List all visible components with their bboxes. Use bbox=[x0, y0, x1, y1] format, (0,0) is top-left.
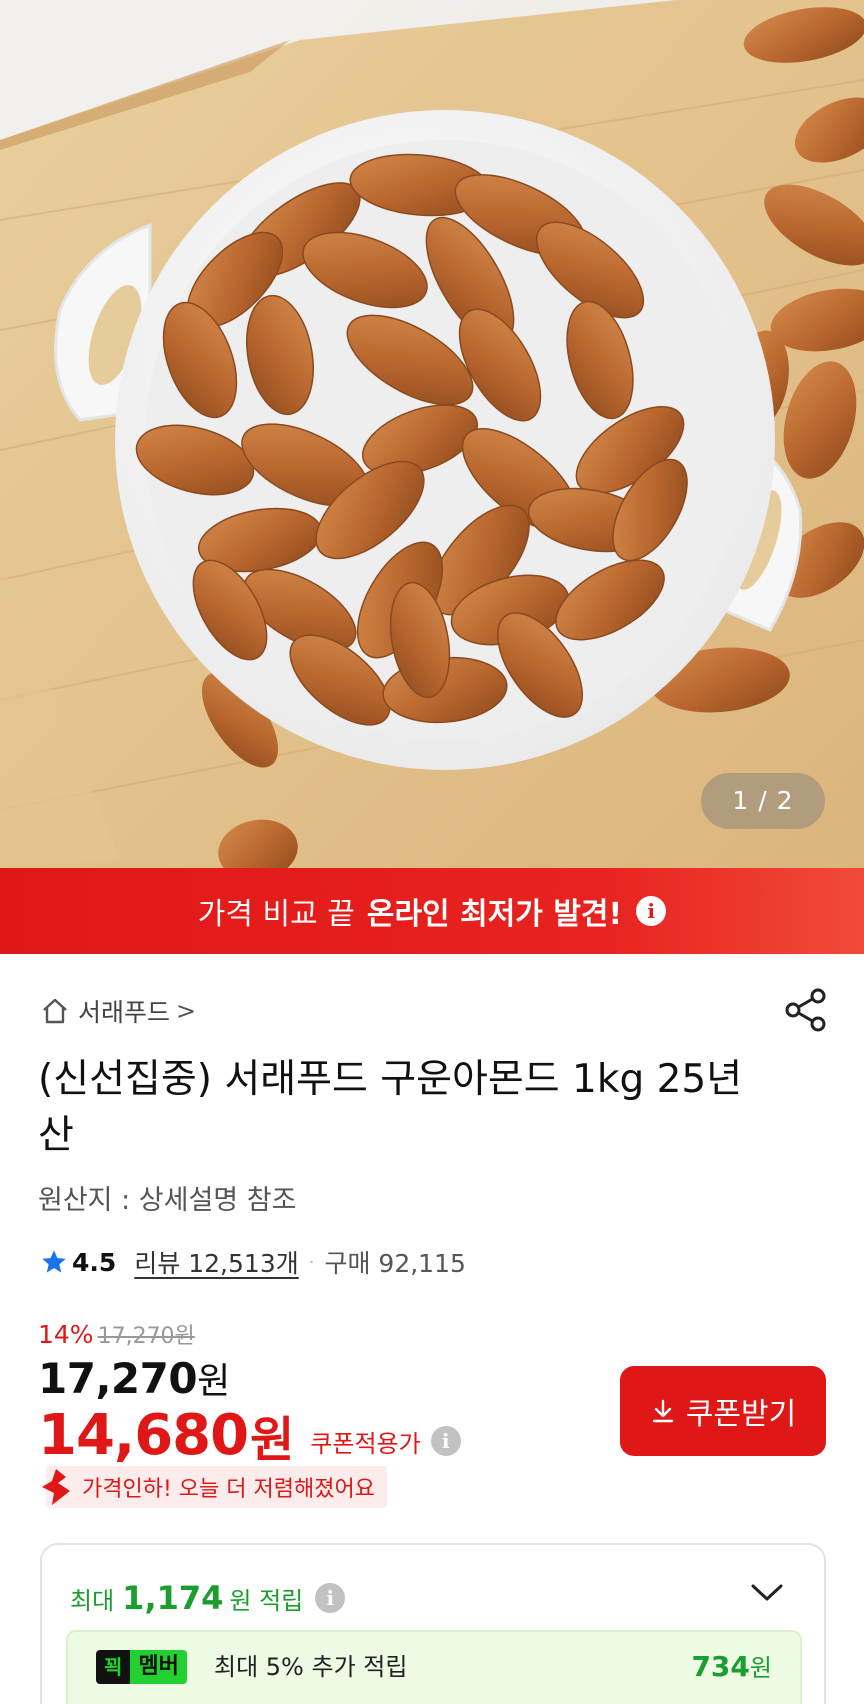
points-suffix: 원 적립 bbox=[229, 1586, 304, 1615]
max-points-row: 최대 1,174 원 적립 i bbox=[70, 1579, 346, 1617]
points-prefix: 최대 bbox=[70, 1586, 115, 1615]
info-icon[interactable]: i bbox=[636, 896, 667, 926]
sale-price: 17,270원 bbox=[38, 1352, 230, 1404]
price-drop-arrow-icon bbox=[42, 1469, 70, 1505]
product-image[interactable]: 1 / 2 bbox=[0, 0, 864, 868]
rating-row: 4.5 리뷰 12,513개 · 구매 92,115 bbox=[40, 1244, 466, 1280]
chevron-down-icon[interactable] bbox=[750, 1583, 784, 1603]
home-icon bbox=[43, 998, 67, 1024]
product-title: (신선집중) 서래푸드 구운아몬드 1kg 25년산 bbox=[38, 1057, 743, 1158]
price-drop-notice: 가격인하! 오늘 더 저렴해졌어요 bbox=[38, 1466, 387, 1508]
coupon-price-unit: 원 bbox=[250, 1412, 295, 1468]
sale-price-amount: 17,270 bbox=[38, 1354, 198, 1403]
points-amount: 1,174 bbox=[122, 1579, 224, 1617]
member-badge: 꾁 멤버 bbox=[96, 1650, 187, 1684]
download-icon bbox=[652, 1399, 673, 1423]
discount-percent: 14% bbox=[38, 1320, 94, 1349]
points-panel[interactable]: 최대 1,174 원 적립 i 꾁 멤버 최대 5% 추가 적립 734원 bbox=[40, 1543, 826, 1704]
purchase-count: 구매 92,115 bbox=[324, 1249, 466, 1278]
promo-highlight: 온라인 최저가 발견! bbox=[366, 897, 623, 932]
review-count-link[interactable]: 리뷰 12,513개 bbox=[134, 1244, 298, 1280]
coupon-price-amount: 14,680 bbox=[38, 1402, 249, 1468]
share-icon[interactable] bbox=[782, 986, 830, 1034]
discount-row: 14% 17,270원 bbox=[38, 1318, 195, 1350]
product-origin: 원산지 : 상세설명 참조 bbox=[38, 1185, 297, 1216]
promo-text: 가격 비교 끝 bbox=[197, 897, 355, 932]
chevron-right-icon: > bbox=[176, 997, 197, 1025]
star-icon bbox=[42, 1250, 66, 1273]
info-icon[interactable]: i bbox=[315, 1583, 346, 1613]
sale-price-unit: 원 bbox=[197, 1361, 230, 1402]
store-name: 서래푸드 bbox=[78, 998, 171, 1027]
member-badge-m: 멤버 bbox=[130, 1650, 187, 1684]
member-badge-k: 꾁 bbox=[96, 1650, 131, 1684]
member-desc: 최대 5% 추가 적립 bbox=[214, 1653, 408, 1681]
coupon-price-label: 쿠폰적용가 bbox=[310, 1429, 421, 1458]
almond-bowl-photo bbox=[0, 0, 864, 868]
separator-dot: · bbox=[308, 1251, 315, 1273]
price-drop-text: 가격인하! 오늘 더 저렴해졌어요 bbox=[46, 1466, 387, 1508]
gallery-page-indicator: 1 / 2 bbox=[701, 773, 825, 829]
get-coupon-button[interactable]: 쿠폰받기 bbox=[620, 1366, 826, 1456]
info-icon[interactable]: i bbox=[430, 1426, 461, 1456]
member-points-amount: 734 bbox=[691, 1650, 750, 1683]
coupon-price-row: 14,680 원 쿠폰적용가 i bbox=[38, 1400, 461, 1470]
member-points: 734원 bbox=[691, 1650, 772, 1685]
get-coupon-label: 쿠폰받기 bbox=[685, 1397, 797, 1432]
rating-score: 4.5 bbox=[72, 1247, 117, 1277]
store-link[interactable]: 서래푸드 > bbox=[40, 993, 196, 1029]
member-points-unit: 원 bbox=[749, 1654, 772, 1682]
member-benefit-row[interactable]: 꾁 멤버 최대 5% 추가 적립 734원 bbox=[66, 1630, 802, 1704]
original-price: 17,270원 bbox=[97, 1324, 195, 1349]
lowest-price-banner[interactable]: 가격 비교 끝 온라인 최저가 발견! i bbox=[0, 868, 864, 954]
